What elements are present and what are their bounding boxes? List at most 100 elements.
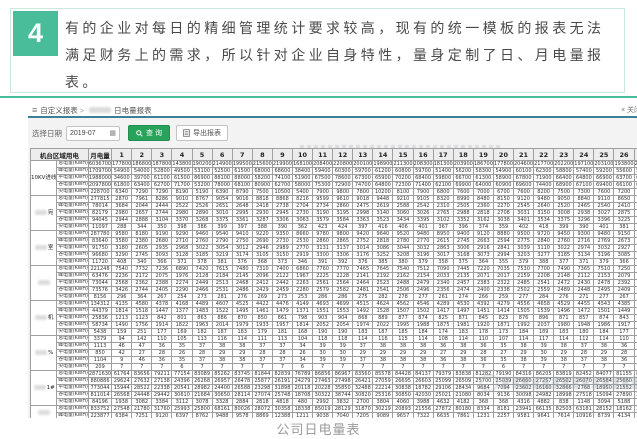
day-value-cell: 4182 (453, 399, 473, 406)
day-value-cell: 1231 (473, 413, 493, 419)
month-total-cell: 25836 (88, 315, 111, 322)
report-table-container: 机台区域用电月电量1234567891011121314151617181920… (30, 148, 637, 418)
day-value-cell: 2520 (554, 203, 574, 210)
row-type-label: 总电量(KWH) (57, 266, 88, 273)
day-value-cell: 7900 (413, 189, 433, 196)
day-value-cell: 1963 (192, 322, 212, 329)
month-total-cell: 223877 (88, 413, 111, 419)
day-value-cell: 7 (192, 364, 212, 371)
day-value-cell: 3426 (112, 287, 132, 294)
day-value-cell: 2870 (112, 196, 132, 203)
day-value-cell: 350 (152, 224, 172, 231)
day-value-cell: 2466 (192, 287, 212, 294)
day-value-cell: 2559 (534, 287, 554, 294)
month-total-cell: 5438 (88, 329, 111, 336)
day-value-cell: 1496 (554, 308, 574, 315)
day-value-cell: 28072 (252, 406, 272, 413)
day-value-cell: 27548 (112, 406, 132, 413)
day-value-cell: 251 (132, 329, 152, 336)
day-value-cell: 2992 (313, 399, 333, 406)
export-button[interactable]: 导出报表 (176, 125, 228, 141)
day-value-cell: 62700 (272, 182, 292, 189)
day-value-cell: 4489 (192, 301, 212, 308)
day-value-cell: 86205 (534, 371, 554, 378)
day-value-cell: 5188 (614, 399, 634, 406)
header-day: 12 (333, 149, 353, 161)
day-value-cell: 37 (252, 343, 272, 350)
day-value-cell: 80026 (232, 406, 252, 413)
day-value-cell: 798 (292, 315, 312, 322)
day-value-cell: 7500 (252, 189, 272, 196)
day-value-cell: 2495 (594, 287, 614, 294)
table-row: 峰电量(KWH)44379181415181447137714831522149… (31, 308, 637, 315)
day-value-cell: 3988 (413, 399, 433, 406)
day-value-cell: 3395 (413, 217, 433, 224)
header-day: 24 (574, 149, 594, 161)
day-value-cell: 3105 (252, 252, 272, 259)
day-value-cell: 2148 (554, 273, 574, 280)
day-value-cell: 1539 (534, 308, 554, 315)
row-type-label: 谷电量(KWH) (57, 392, 88, 399)
day-value-cell: 2478 (594, 280, 614, 287)
day-value-cell: 30 (333, 350, 353, 357)
day-value-cell: 23941 (514, 406, 534, 413)
day-value-cell: 2141 (353, 273, 373, 280)
day-value-cell: 870 (232, 315, 252, 322)
day-value-cell: 114 (514, 336, 534, 343)
day-value-cell: 9450 (554, 231, 574, 238)
day-value-cell: 7540 (112, 266, 132, 273)
group-label: % (31, 336, 57, 371)
day-value-cell: 480 (292, 399, 312, 406)
day-value-cell: 277 (413, 294, 433, 301)
day-value-cell: 27632 (132, 378, 152, 385)
day-value-cell: 34 (292, 343, 312, 350)
row-type-label: 尖电量(KWH) (57, 399, 88, 406)
month-total-cell: 96680 (88, 252, 111, 259)
day-value-cell: 2927 (614, 245, 634, 252)
row-type-label: 总电量(KWH) (57, 406, 88, 413)
day-value-cell: 4818 (272, 399, 292, 406)
day-value-cell: 29106 (433, 385, 453, 392)
day-value-cell: 2568 (112, 280, 132, 287)
day-value-cell: 7290 (132, 189, 152, 196)
day-value-cell: 2496 (413, 287, 433, 294)
day-value-cell: 3375 (212, 217, 232, 224)
day-value-cell: 8767 (192, 196, 212, 203)
day-value-cell: 208300 (413, 161, 433, 168)
close-tab-button[interactable]: × 关闭 (621, 105, 637, 115)
redacted-group-name (35, 350, 47, 355)
day-value-cell: 8100 (393, 189, 413, 196)
table-row: 平电量(KWH)73044256823622388227424492513246… (31, 280, 637, 287)
day-value-cell: 3534 (534, 217, 554, 224)
day-value-cell: 3014 (353, 245, 373, 252)
day-value-cell: 3094 (594, 399, 614, 406)
day-value-cell: 1492 (353, 308, 373, 315)
day-value-cell: 28522 (132, 385, 152, 392)
day-value-cell: 1495 (232, 308, 252, 315)
day-value-cell: 7035 (493, 266, 513, 273)
date-input[interactable]: 2019-07 ▦ (66, 126, 120, 141)
day-value-cell: 366 (614, 259, 634, 266)
hamburger-icon[interactable]: ≡ (32, 105, 37, 115)
table-row: 平电量(KWH)25836121311238428018638868708508… (31, 315, 637, 322)
day-value-cell: 2444 (152, 203, 172, 210)
day-value-cell: 1522 (212, 308, 232, 315)
day-value-cell: 169 (172, 329, 192, 336)
day-value-cell: 380 (393, 259, 413, 266)
day-value-cell: 10200 (373, 189, 393, 196)
day-value-cell: 37 (272, 343, 292, 350)
search-button[interactable]: 查 询 (128, 125, 170, 141)
day-value-cell: 57400 (574, 168, 594, 175)
breadcrumb-section[interactable]: 自定义报表 (40, 105, 78, 116)
day-value-cell: 288 (112, 224, 132, 231)
day-value-cell: 254 (172, 294, 192, 301)
day-value-cell: 3185 (554, 252, 574, 259)
day-value-cell: 29 (413, 350, 433, 357)
day-value-cell: 9220 (252, 231, 272, 238)
day-value-cell: 9500 (514, 231, 534, 238)
filter-toolbar: 选择日期 2019-07 ▦ 查 询 导出报表 (32, 122, 228, 144)
day-value-cell: 7250 (614, 266, 634, 273)
header-day: 6 (212, 149, 232, 161)
day-value-cell: 65900 (373, 175, 393, 182)
calendar-icon[interactable]: ▦ (109, 129, 116, 137)
